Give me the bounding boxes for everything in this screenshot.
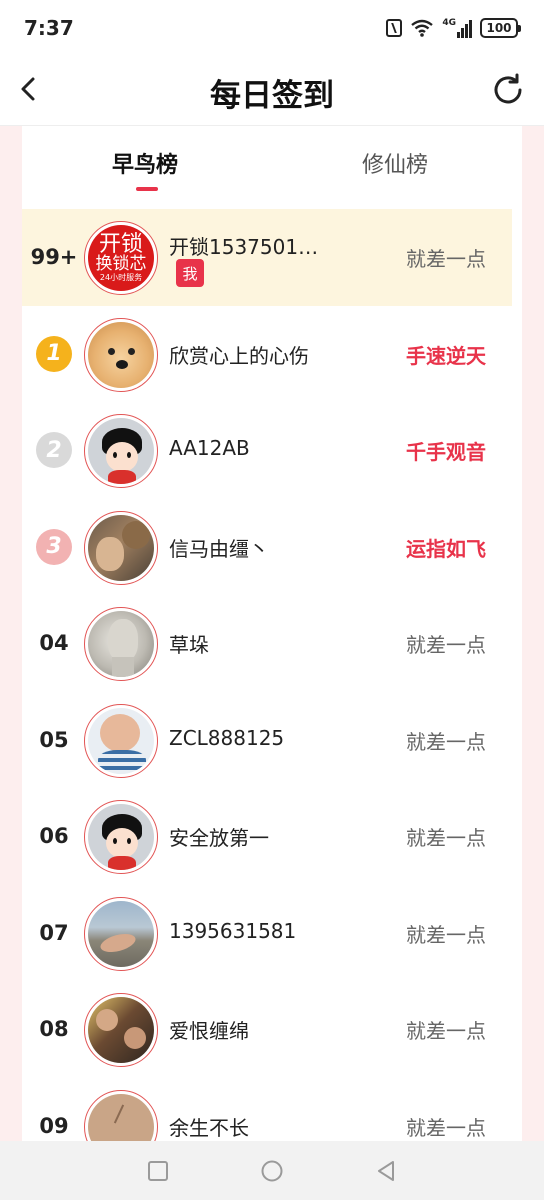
system-nav-bar xyxy=(0,1141,544,1200)
wifi-icon xyxy=(411,19,434,37)
user-name: 爱恨缠绵 xyxy=(169,1019,249,1043)
avatar-locksmith: 开锁 换锁芯 24小时服务 xyxy=(88,225,154,291)
nfc-icon xyxy=(386,19,403,37)
side-background-right xyxy=(522,126,544,1142)
circle-icon[interactable] xyxy=(261,1160,283,1182)
rank-medal: 2 xyxy=(22,402,86,499)
list-item[interactable]: 2 AA12AB 千手观音 xyxy=(22,402,522,499)
avatar[interactable] xyxy=(84,607,158,681)
sign-status: 就差一点 xyxy=(406,1019,486,1043)
ranking-list: 99+ 开锁 换锁芯 24小时服务 开锁1537501… 我 就差一点 1 欣赏… xyxy=(22,209,522,1174)
user-name: 1395631581 xyxy=(169,918,297,943)
list-item[interactable]: 3 信马由缰丶 运指如飞 xyxy=(22,498,522,596)
list-item[interactable]: 08 爱恨缠绵 就差一点 xyxy=(22,981,522,1078)
triangle-back-icon[interactable] xyxy=(375,1160,397,1182)
tab-bar: 早鸟榜 修仙榜 xyxy=(22,127,522,209)
avatar-couple xyxy=(88,997,154,1063)
battery-icon: 100 xyxy=(480,18,521,38)
signal-icon: 4G xyxy=(442,18,472,38)
rank-label: 04 xyxy=(39,631,69,656)
user-name: 开锁1537501… xyxy=(169,235,319,259)
tab-cultivation[interactable]: 修仙榜 xyxy=(362,147,428,179)
side-background-left xyxy=(0,126,22,1142)
status-icons: 4G 100 xyxy=(386,17,521,39)
rank-label: 05 xyxy=(39,727,69,752)
header: 每日签到 xyxy=(0,56,544,126)
sign-status: 就差一点 xyxy=(406,1115,486,1140)
silver-medal-icon: 2 xyxy=(36,432,72,469)
me-badge: 我 xyxy=(176,259,204,287)
status-bar: 7:37 4G 100 xyxy=(0,0,544,56)
sign-status: 就差一点 xyxy=(406,729,486,754)
list-item[interactable]: 05 ZCL888125 就差一点 xyxy=(22,691,522,788)
sign-status: 千手观音 xyxy=(406,440,486,464)
avatar[interactable] xyxy=(84,896,158,971)
tab-underline xyxy=(136,187,158,191)
avatar-man-bear xyxy=(88,514,154,581)
avatar[interactable] xyxy=(84,317,158,392)
bronze-medal-icon: 3 xyxy=(36,528,72,565)
tab-early-bird[interactable]: 早鸟榜 xyxy=(112,147,178,179)
avatar-cartoon xyxy=(88,804,154,870)
gold-medal-icon: 1 xyxy=(36,335,72,372)
avatar-baby xyxy=(88,707,154,774)
avatar-dog xyxy=(88,321,154,388)
avatar[interactable] xyxy=(84,800,158,874)
avatar-beach xyxy=(88,900,154,967)
user-name: ZCL888125 xyxy=(169,725,285,750)
user-name: 欣赏心上的心伤 xyxy=(169,343,309,368)
list-item[interactable]: 04 草垛 就差一点 xyxy=(22,595,522,692)
status-time: 7:37 xyxy=(24,16,74,40)
sign-status: 就差一点 xyxy=(406,922,486,947)
avatar-statue xyxy=(88,611,154,677)
avatar[interactable]: 开锁 换锁芯 24小时服务 xyxy=(84,221,158,295)
rank-label: 99+ xyxy=(30,245,78,270)
user-name: 信马由缰丶 xyxy=(169,536,269,561)
user-name: 草垛 xyxy=(169,633,209,657)
user-name: 安全放第一 xyxy=(169,826,269,850)
avatar[interactable] xyxy=(84,703,158,778)
sign-status: 就差一点 xyxy=(406,247,486,271)
avatar[interactable] xyxy=(84,993,158,1067)
avatar[interactable] xyxy=(84,414,158,488)
sign-status: 手速逆天 xyxy=(406,343,486,368)
list-item[interactable]: 06 安全放第一 就差一点 xyxy=(22,788,522,885)
user-name: AA12AB xyxy=(169,436,250,460)
sign-status: 就差一点 xyxy=(406,826,486,850)
page-title: 每日签到 xyxy=(210,78,334,114)
list-item[interactable]: 1 欣赏心上的心伤 手速逆天 xyxy=(22,305,522,403)
user-name: 余生不长 xyxy=(169,1115,249,1140)
rank-medal: 3 xyxy=(22,499,86,596)
list-item[interactable]: 07 1395631581 就差一点 xyxy=(22,884,522,981)
rank-label: 08 xyxy=(39,1017,69,1042)
avatar-cartoon xyxy=(88,418,154,484)
rank-medal: 1 xyxy=(22,306,86,403)
list-item-me[interactable]: 99+ 开锁 换锁芯 24小时服务 开锁1537501… 我 就差一点 xyxy=(22,209,512,306)
refresh-icon[interactable] xyxy=(490,72,526,108)
sign-status: 就差一点 xyxy=(406,633,486,657)
rank-label: 07 xyxy=(39,920,69,945)
sign-status: 运指如飞 xyxy=(406,536,486,561)
square-icon[interactable] xyxy=(147,1160,169,1182)
network-type: 4G xyxy=(442,18,456,28)
rank-label: 06 xyxy=(39,824,69,849)
avatar[interactable] xyxy=(84,510,158,585)
